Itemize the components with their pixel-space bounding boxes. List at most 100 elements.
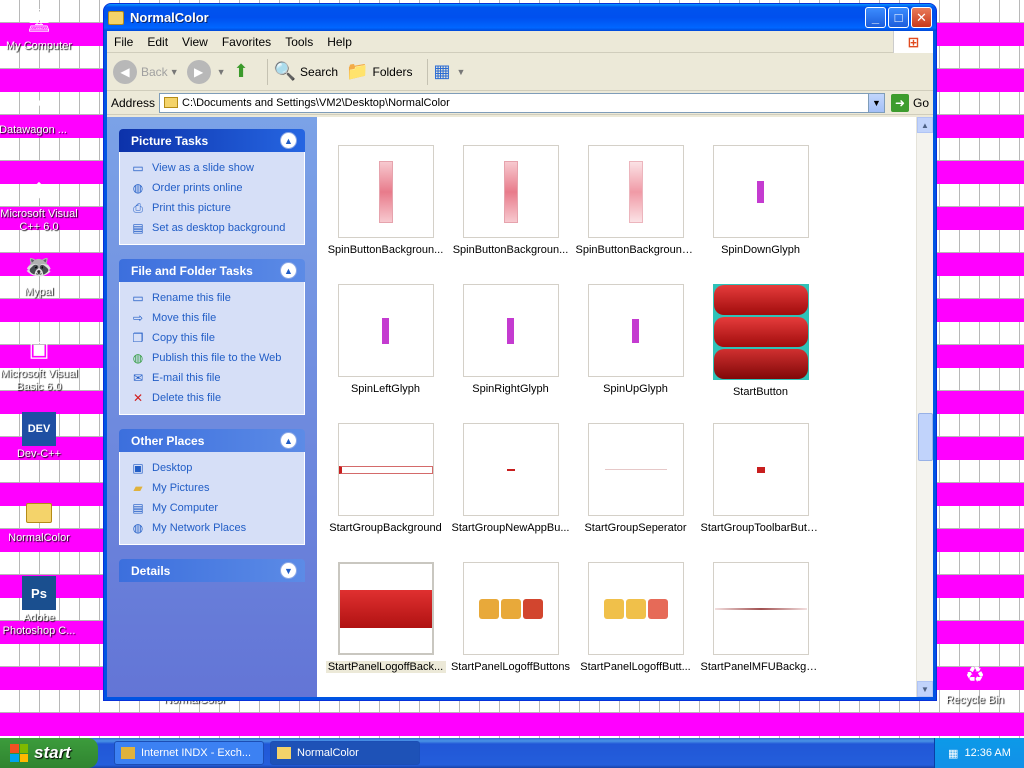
scroll-thumb[interactable] (918, 413, 933, 461)
file-item[interactable]: StartPanelLogoffButtons (448, 534, 573, 673)
place-desktop[interactable]: ▣ Desktop (130, 458, 294, 478)
address-value: C:\Documents and Settings\VM2\Desktop\No… (182, 96, 450, 109)
file-item[interactable]: SpinButtonBackgroun... (448, 117, 573, 256)
details-panel: Details ▼ (119, 559, 305, 582)
place-my-computer[interactable]: ▤ My Computer (130, 498, 294, 518)
task-set-desktop-background[interactable]: ▤ Set as desktop background (130, 218, 294, 238)
go-arrow-icon: ➜ (890, 93, 909, 112)
file-item[interactable]: SpinButtonBackgroun... (323, 117, 448, 256)
taskbar-item-normalcolor[interactable]: NormalColor (270, 741, 420, 765)
address-bar: Address C:\Documents and Settings\VM2\De… (107, 91, 933, 115)
maximize-button[interactable]: □ (888, 7, 909, 28)
file-item[interactable]: SpinUpGlyph (573, 256, 698, 395)
forward-button[interactable]: ▶ ▼ (186, 59, 226, 84)
file-item[interactable]: StartButton (698, 256, 823, 395)
menu-favorites[interactable]: Favorites (215, 35, 278, 49)
expand-icon[interactable]: ▼ (280, 562, 297, 579)
task-delete-file[interactable]: ✕ Delete this file (130, 388, 294, 408)
picture-tasks-header[interactable]: Picture Tasks ▲ (119, 129, 305, 152)
collapse-icon[interactable]: ▲ (280, 432, 297, 449)
pictures-folder-icon: ▰ (133, 481, 143, 495)
desktop-icon-recycle-bin[interactable]: ♻ Recycle Bin (936, 658, 1014, 707)
start-button[interactable]: start (0, 738, 98, 768)
network-icon[interactable]: ▦ (948, 747, 958, 760)
scroll-up-icon[interactable]: ▲ (917, 117, 933, 133)
menu-edit[interactable]: Edit (140, 35, 175, 49)
task-copy-file[interactable]: ❐ Copy this file (130, 328, 294, 348)
desktop-icon: ▣ (132, 461, 144, 475)
slideshow-icon: ▭ (132, 161, 144, 175)
search-button[interactable]: 🔍 Search (274, 61, 338, 82)
address-dropdown-button[interactable]: ▼ (867, 93, 884, 112)
task-publish-web[interactable]: ◍ Publish this file to the Web (130, 348, 294, 368)
task-email-file[interactable]: ✉ E-mail this file (130, 368, 294, 388)
search-icon: 🔍 (273, 61, 297, 81)
task-view-slideshow[interactable]: ▭ View as a slide show (130, 158, 294, 178)
taskbar: start Internet INDX - Exch... NormalColo… (0, 738, 1024, 768)
desktop-icon-visual-cpp[interactable]: ◆ Microsoft Visual C++ 6.0 (0, 172, 78, 234)
thumbnail (587, 423, 684, 517)
place-my-pictures[interactable]: ▰ My Pictures (130, 478, 294, 498)
minimize-button[interactable]: _ (865, 7, 886, 28)
window-title: NormalColor (130, 10, 209, 25)
recycle-bin-icon: ♻ (965, 662, 985, 687)
collapse-icon[interactable]: ▲ (280, 262, 297, 279)
place-my-network[interactable]: ◍ My Network Places (130, 518, 294, 538)
file-item[interactable]: StartGroupToolbarButton (698, 395, 823, 534)
file-view: ▔▔▔▔▔▔▔▔▔▔▔▔▔▔▔▔▔▔▔▔▔▔▔▔▔▔▔▔▔▔▔▔▔▔▔▔▔▔▔▔… (317, 117, 933, 697)
desktop-icon-photoshop[interactable]: Ps Adobe Photoshop C... (0, 576, 78, 638)
rename-icon: ▭ (132, 291, 144, 305)
views-button[interactable]: ▦ ▼ (434, 61, 466, 82)
menu-help[interactable]: Help (320, 35, 359, 49)
thumbnail (337, 423, 434, 517)
windows-flag-icon (10, 744, 28, 762)
task-move-file[interactable]: ⇨ Move this file (130, 308, 294, 328)
chevron-down-icon: ▼ (216, 66, 226, 77)
desktop-icon-visual-basic[interactable]: ▣ Microsoft Visual Basic 6.0 (0, 332, 78, 394)
toolbar: ◀ Back ▼ ▶ ▼ ⬆ 🔍 Search 📁 Folders ▦ ▼ (107, 53, 933, 91)
thumbnail (337, 284, 434, 378)
file-folder-tasks-panel: File and Folder Tasks ▲ ▭ Rename this fil… (119, 259, 305, 415)
computer-icon: ▤ (132, 501, 144, 515)
desktop-icon-datawagon[interactable]: ✿ Datawagon ... (0, 88, 72, 137)
scroll-down-icon[interactable]: ▼ (917, 681, 933, 697)
file-item[interactable]: StartGroupBackground (323, 395, 448, 534)
file-item[interactable]: StartPanelLogoffBack... (323, 534, 448, 673)
file-item[interactable]: StartGroupNewAppBu... (448, 395, 573, 534)
taskbar-item-internet-indx[interactable]: Internet INDX - Exch... (114, 741, 264, 765)
thumbnail (462, 423, 559, 517)
close-button[interactable]: ✕ (911, 7, 932, 28)
desktop-icon-my-computer[interactable]: 🖥 My Computer (0, 4, 78, 53)
collapse-icon[interactable]: ▲ (280, 132, 297, 149)
title-bar[interactable]: NormalColor _ □ ✕ (104, 4, 936, 31)
task-print-picture[interactable]: ⎙ Print this picture (130, 198, 294, 218)
desktop-icon-dev-cpp[interactable]: DEV Dev-C++ (0, 412, 78, 461)
menu-tools[interactable]: Tools (278, 35, 320, 49)
go-button[interactable]: ➜ Go (890, 93, 929, 112)
thumbnail (462, 145, 559, 239)
file-item[interactable]: SpinLeftGlyph (323, 256, 448, 395)
forward-arrow-icon: ▶ (186, 59, 211, 84)
file-item[interactable]: StartPanelMFUBackgro... (698, 534, 823, 673)
address-input[interactable]: C:\Documents and Settings\VM2\Desktop\No… (159, 92, 885, 113)
menu-file[interactable]: File (107, 35, 140, 49)
back-button[interactable]: ◀ Back ▼ (113, 59, 179, 84)
file-item[interactable]: StartGroupSeperator (573, 395, 698, 534)
details-header[interactable]: Details ▼ (119, 559, 305, 582)
menu-view[interactable]: View (175, 35, 215, 49)
task-rename-file[interactable]: ▭ Rename this file (130, 288, 294, 308)
file-item[interactable]: SpinRightGlyph (448, 256, 573, 395)
other-places-header[interactable]: Other Places ▲ (119, 429, 305, 452)
file-item[interactable]: StartPanelLogoffButt... (573, 534, 698, 673)
file-item[interactable]: SpinButtonBackgroundUp (573, 117, 698, 256)
move-icon: ⇨ (132, 311, 144, 325)
folders-button[interactable]: 📁 Folders (346, 61, 412, 82)
desktop-icon-normalcolor[interactable]: NormalColor (0, 496, 78, 545)
views-grid-icon: ▦ (433, 61, 451, 81)
up-button[interactable]: ⬆ (234, 61, 253, 82)
file-item[interactable]: SpinDownGlyph (698, 117, 823, 256)
task-order-prints[interactable]: ◍ Order prints online (130, 178, 294, 198)
file-folder-tasks-header[interactable]: File and Folder Tasks ▲ (119, 259, 305, 282)
desktop-icon-mypal[interactable]: 🦝 Mypal (0, 250, 78, 299)
vertical-scrollbar[interactable]: ▲ ▼ (916, 117, 933, 697)
